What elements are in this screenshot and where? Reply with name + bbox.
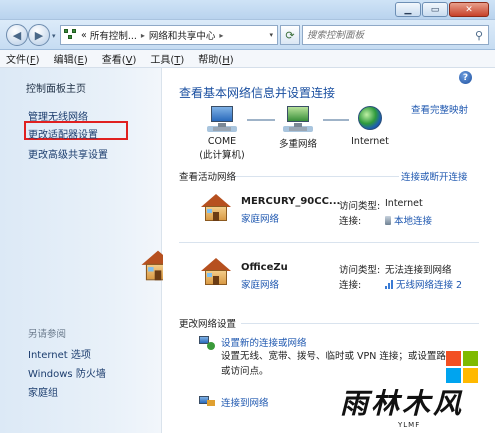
section-divider (179, 242, 479, 243)
connection-label: 连接: (339, 216, 362, 227)
node-label: Internet (351, 136, 389, 147)
task-pane: 控制面板主页 管理无线网络 更改适配器设置 更改高级共享设置 另请参阅 Inte… (0, 68, 162, 433)
windows-firewall-link[interactable]: Windows 防火墙 (28, 365, 106, 380)
address-field[interactable]: « 所有控制... ▸ 网络和共享中心 ▸ ▾ (60, 25, 278, 45)
breadcrumb-network-center[interactable]: 网络和共享中心 (149, 28, 216, 42)
menu-view[interactable]: 查看(V) (102, 51, 137, 66)
section-divider (229, 176, 399, 177)
network-node-computer[interactable]: COME (此计算机) (197, 100, 247, 161)
task-description: 设置无线、宽带、拨号、临时或 VPN 连接；或设置路 或访问点。 (221, 351, 446, 377)
new-connection-icon (199, 336, 215, 350)
internet-options-link[interactable]: Internet 选项 (28, 346, 91, 361)
window-controls: ▁ ▭ ✕ (394, 2, 489, 17)
windows-logo-icon (446, 351, 480, 385)
refresh-icon: ⟳ (285, 28, 295, 42)
change-adapter-settings-link[interactable]: 更改适配器设置 (28, 126, 98, 141)
minimize-button[interactable]: ▁ (395, 2, 421, 17)
address-toolbar: ◀ ▶ ▾ « 所有控制... ▸ 网络和共享中心 ▸ ▾ ⟳ ⚲ (0, 20, 495, 50)
home-network-icon (201, 194, 231, 222)
watermark-sub: YLMF (398, 421, 421, 429)
section-divider (241, 323, 479, 324)
computer-icon (207, 106, 237, 132)
network-node-multiple[interactable]: 多重网络 (273, 100, 323, 150)
close-button[interactable]: ✕ (449, 2, 489, 17)
address-dropdown-icon[interactable]: ▾ (269, 31, 273, 39)
active-networks-heading: 查看活动网络 (179, 172, 237, 183)
network-center-icon (64, 29, 78, 41)
network-name: MERCURY_90CC... (241, 196, 341, 207)
connection-line (247, 119, 275, 121)
breadcrumb-overflow[interactable]: « (81, 30, 87, 41)
node-label: 多重网络 (278, 139, 317, 150)
title-bar: ▁ ▭ ✕ (0, 0, 495, 20)
menu-help[interactable]: 帮助(H) (198, 51, 233, 66)
menu-bar: 文件(F) 编辑(E) 查看(V) 工具(T) 帮助(H) (0, 50, 495, 68)
access-type-label: 访问类型: (339, 265, 381, 276)
access-type-value: Internet (385, 198, 423, 209)
local-connection-link[interactable]: 本地连接 (385, 213, 432, 227)
menu-tools[interactable]: 工具(T) (150, 51, 184, 66)
connect-disconnect-link[interactable]: 连接或断开连接 (401, 169, 468, 183)
access-type-label: 访问类型: (339, 201, 381, 212)
node-label: COME (207, 136, 237, 147)
globe-icon (358, 106, 382, 130)
page-title: 查看基本网络信息并设置连接 (179, 86, 336, 100)
menu-file[interactable]: 文件(F) (6, 51, 40, 66)
change-settings-heading: 更改网络设置 (179, 319, 237, 330)
connect-network-icon (199, 394, 215, 408)
watermark-logo: 雨林木风 (340, 387, 465, 420)
search-box[interactable]: ⚲ (302, 25, 489, 45)
wireless-connection-link[interactable]: 无线网络连接 2 (385, 277, 462, 291)
wireless-icon (385, 280, 393, 289)
home-network-icon (201, 258, 231, 286)
back-button[interactable]: ◀ (6, 24, 28, 46)
advanced-sharing-link[interactable]: 更改高级共享设置 (28, 146, 108, 161)
connect-to-network-link[interactable]: 连接到网络 (221, 395, 269, 409)
maximize-button[interactable]: ▭ (422, 2, 448, 17)
search-icon[interactable]: ⚲ (470, 29, 488, 42)
breadcrumb-separator-icon[interactable]: ▸ (141, 31, 145, 40)
back-arrow-icon: ◀ (12, 28, 22, 42)
homegroup-link[interactable]: 家庭组 (28, 384, 58, 399)
search-input[interactable] (303, 29, 470, 41)
control-panel-home-link[interactable]: 控制面板主页 (26, 80, 86, 95)
connection-label: 连接: (339, 280, 362, 291)
access-type-value: 无法连接到网络 (385, 265, 452, 276)
network-type-link[interactable]: 家庭网络 (241, 277, 279, 291)
breadcrumb-separator-icon[interactable]: ▸ (219, 31, 223, 40)
network-name: OfficeZu (241, 262, 288, 273)
see-full-map-link[interactable]: 查看完整映射 (411, 102, 468, 116)
ethernet-icon (385, 216, 391, 225)
network-icon (283, 106, 313, 132)
breadcrumb-control-panel[interactable]: 所有控制... (90, 28, 137, 42)
see-also-heading: 另请参阅 (28, 329, 67, 340)
recent-pages-dropdown[interactable]: ▾ (52, 32, 56, 40)
help-icon[interactable]: ? (459, 71, 472, 84)
forward-button[interactable]: ▶ (28, 24, 50, 46)
setup-new-connection-link[interactable]: 设置新的连接或网络 (221, 335, 307, 349)
node-sublabel: (此计算机) (199, 150, 245, 161)
forward-arrow-icon: ▶ (34, 28, 44, 42)
network-node-internet[interactable]: Internet (345, 100, 395, 147)
network-type-link[interactable]: 家庭网络 (241, 211, 279, 225)
menu-edit[interactable]: 编辑(E) (54, 51, 88, 66)
refresh-button[interactable]: ⟳ (280, 25, 300, 45)
